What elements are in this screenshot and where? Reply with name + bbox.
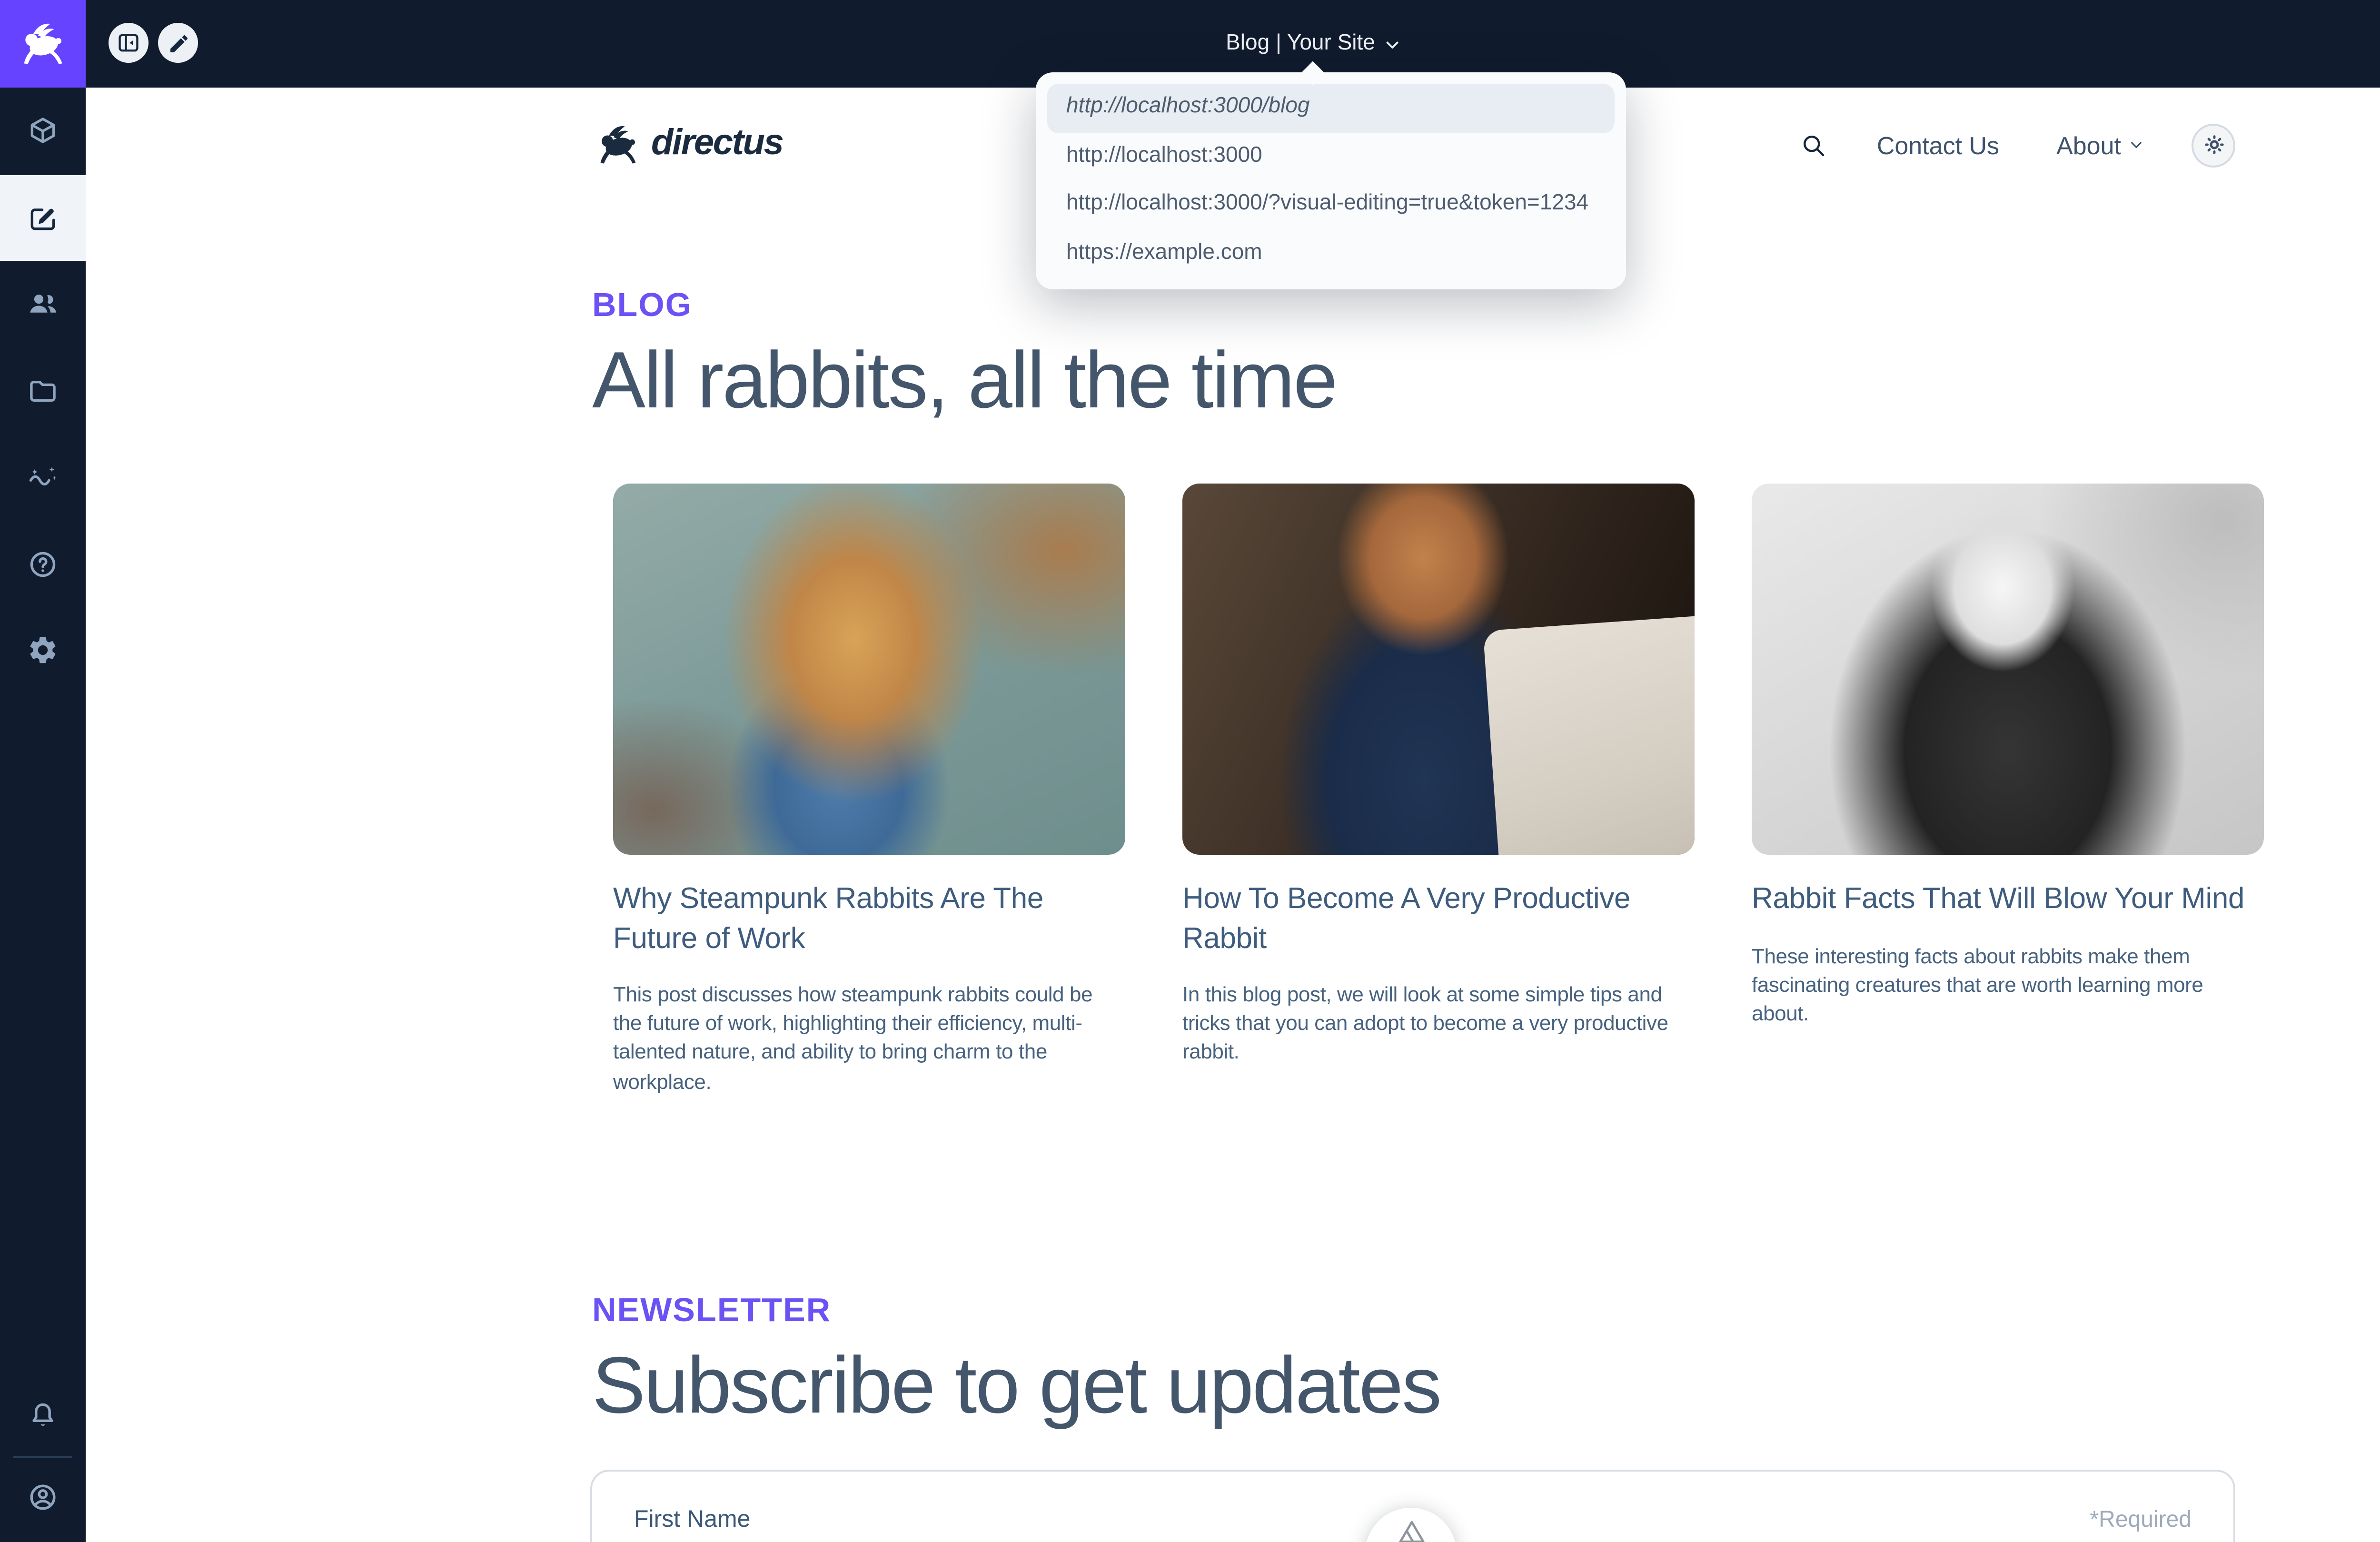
sidebar-item-files[interactable] [0, 347, 86, 434]
content-box-icon [27, 115, 59, 147]
posts-grid: Why Steampunk Rabbits Are The Future of … [613, 484, 2264, 1098]
post-card[interactable]: How To Become A Very Productive Rabbit I… [1182, 484, 1695, 1098]
search-button[interactable] [1799, 130, 1827, 159]
post-title[interactable]: How To Become A Very Productive Rabbit [1182, 881, 1695, 959]
hero-eyebrow: BLOG [592, 286, 1336, 326]
nav-link-about[interactable]: About [2056, 130, 2144, 159]
url-option[interactable]: http://localhost:3000/?visual-editing=tr… [1047, 181, 1615, 229]
post-image-victorian-rabbit [1752, 484, 2264, 855]
chevron-down-icon [1385, 35, 1402, 52]
sidebar-item-visual-editor[interactable] [0, 174, 86, 261]
edit-square-icon [27, 201, 59, 234]
search-icon [1799, 130, 1827, 159]
collapse-sidebar-button[interactable] [109, 23, 149, 63]
sidebar-item-content[interactable] [0, 88, 86, 174]
blog-hero: BLOG All rabbits, all the time [592, 286, 1336, 425]
sidebar-item-insights[interactable] [0, 434, 86, 521]
settings-gear-icon [27, 634, 59, 667]
theme-toggle-button[interactable] [2192, 123, 2235, 167]
bell-icon [27, 1399, 59, 1432]
edit-mode-button[interactable] [158, 23, 198, 63]
sun-icon [2200, 131, 2227, 158]
post-description: These interesting facts about rabbits ma… [1752, 943, 2264, 1030]
account-circle-icon [27, 1481, 59, 1513]
page-url-selector-label: Blog | Your Site [1226, 32, 1375, 55]
help-question-icon [27, 548, 59, 580]
post-card[interactable]: Rabbit Facts That Will Blow Your Mind Th… [1752, 484, 2264, 1098]
nav-link-about-label: About [2056, 130, 2121, 159]
page-title: All rabbits, all the time [592, 337, 1336, 425]
post-title[interactable]: Why Steampunk Rabbits Are The Future of … [613, 881, 1125, 959]
first-name-label: First Name [634, 1506, 751, 1532]
brand-wordmark: directus [651, 124, 783, 166]
url-option[interactable]: https://example.com [1047, 229, 1615, 278]
post-title[interactable]: Rabbit Facts That Will Blow Your Mind [1752, 881, 2264, 920]
directus-logo-tile[interactable] [0, 0, 86, 88]
visual-editor-app: Blog | Your Site 1860 × 1020 100% [0, 0, 2380, 1542]
site-logo[interactable]: directus [594, 121, 783, 168]
post-image-business-rabbit [1182, 484, 1695, 855]
url-option[interactable]: http://localhost:3000/blog [1047, 84, 1615, 132]
required-note: *Required [2090, 1506, 2192, 1532]
sidebar-item-settings[interactable] [0, 607, 86, 694]
sidebar-item-users[interactable] [0, 261, 86, 347]
site-preview: directus Contact Us About [86, 88, 2380, 1542]
sidebar-item-help[interactable] [0, 521, 86, 607]
mountain-icon [1395, 1508, 1427, 1542]
insights-wave-icon [27, 461, 59, 494]
account-button[interactable] [0, 1481, 86, 1513]
sidebar-divider [13, 1455, 72, 1458]
nav-link-contact[interactable]: Contact Us [1877, 130, 1999, 159]
newsletter-section: NEWSLETTER Subscribe to get updates [592, 1291, 1440, 1430]
post-image-steampunk-rabbit [613, 484, 1125, 855]
url-option[interactable]: http://localhost:3000 [1047, 132, 1615, 181]
directus-rabbit-icon [594, 121, 642, 168]
module-sidebar [0, 88, 86, 1542]
newsletter-eyebrow: NEWSLETTER [592, 1291, 1440, 1331]
users-icon [27, 288, 59, 320]
panel-collapse-icon [116, 30, 141, 55]
directus-rabbit-icon [17, 18, 69, 69]
post-description: This post discusses how steampunk rabbit… [613, 982, 1125, 1098]
post-description: In this blog post, we will look at some … [1182, 982, 1695, 1069]
chevron-down-icon [2129, 137, 2144, 152]
newsletter-title: Subscribe to get updates [592, 1342, 1440, 1430]
folder-icon [27, 375, 59, 407]
url-dropdown-menu: http://localhost:3000/blog http://localh… [1036, 72, 1626, 289]
pencil-icon [167, 31, 189, 54]
notifications-button[interactable] [0, 1399, 86, 1432]
post-card[interactable]: Why Steampunk Rabbits Are The Future of … [613, 484, 1125, 1098]
